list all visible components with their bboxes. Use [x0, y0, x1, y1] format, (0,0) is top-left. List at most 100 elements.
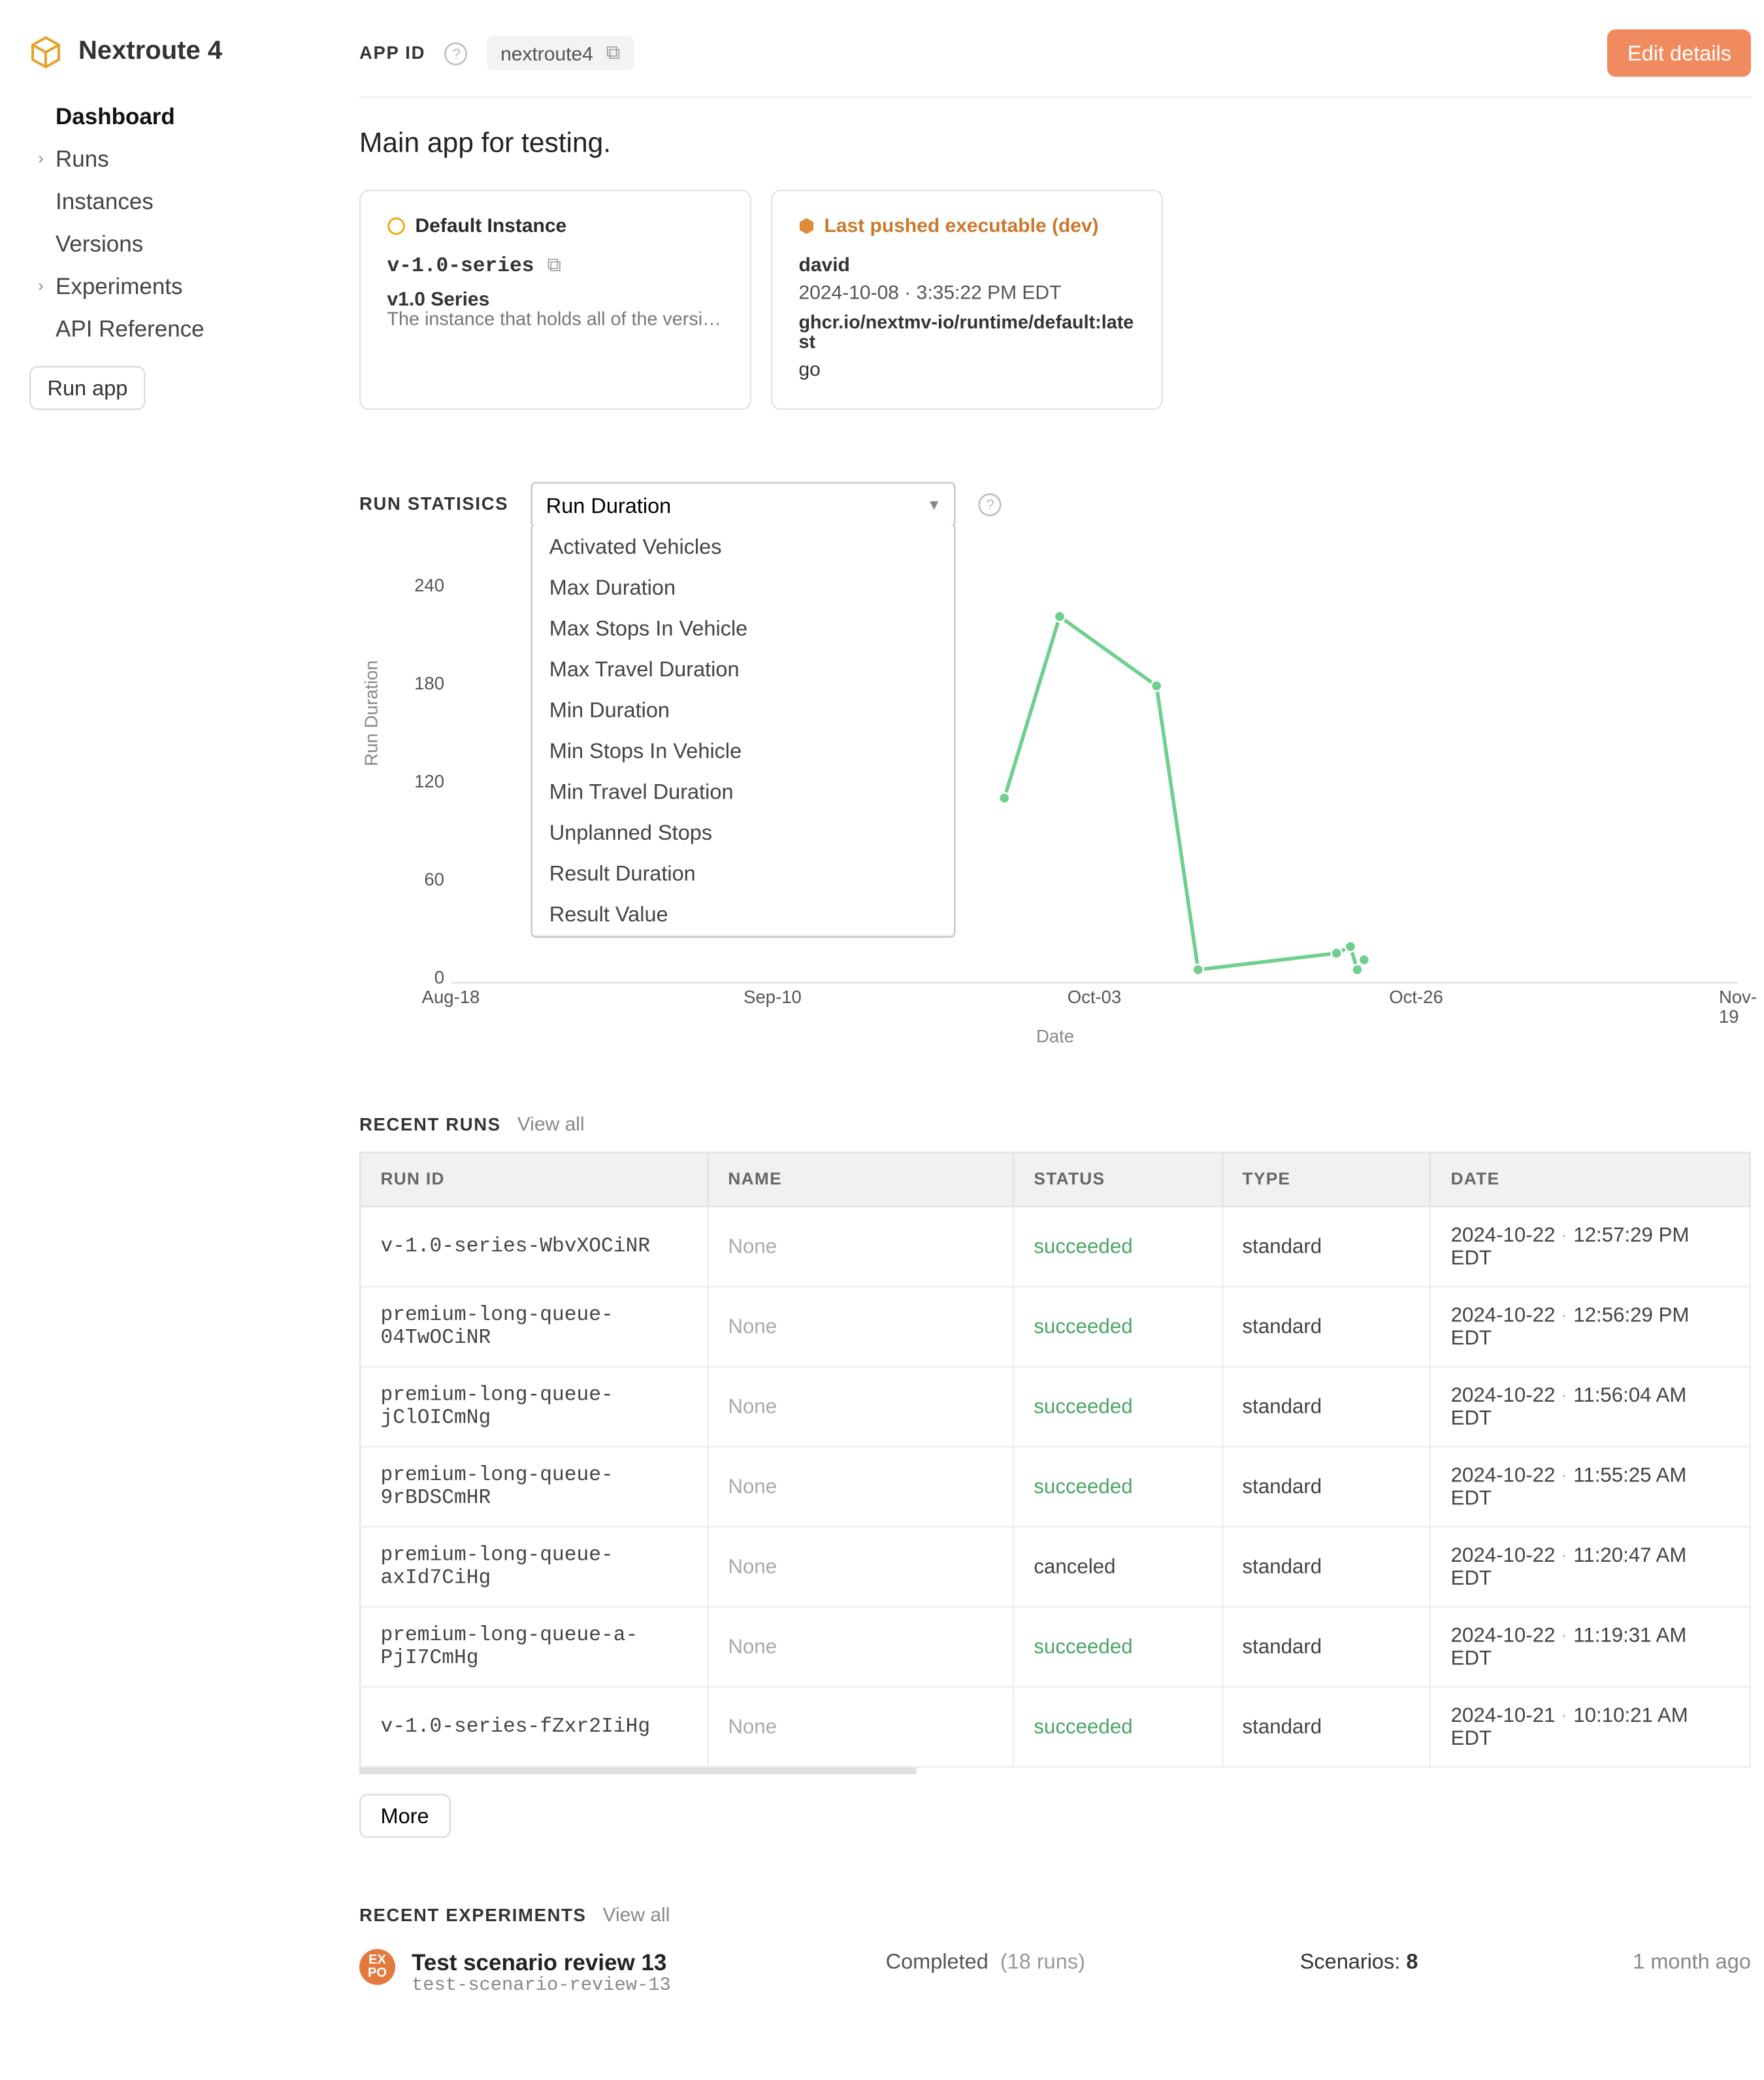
- col-type[interactable]: TYPE: [1222, 1153, 1430, 1207]
- statistic-select-input[interactable]: [546, 493, 873, 518]
- experiment-row[interactable]: EXPOTest scenario review 13test-scenario…: [359, 1949, 1751, 1997]
- recent-runs-header: RECENT RUNS View all: [359, 1113, 1751, 1136]
- cell-status: canceled: [1013, 1527, 1222, 1607]
- chart-xlabel: Date: [359, 1028, 1751, 1048]
- cell-status: succeeded: [1013, 1366, 1222, 1447]
- edit-details-button[interactable]: Edit details: [1608, 29, 1751, 77]
- pushed-user: david: [799, 254, 1135, 276]
- cell-status: succeeded: [1013, 1447, 1222, 1527]
- col-name[interactable]: NAME: [708, 1153, 1013, 1207]
- table-row[interactable]: premium-long-queue-jClOICmNgNonesucceede…: [360, 1366, 1750, 1447]
- cell-name: None: [708, 1447, 1013, 1527]
- chart-xtick: Oct-26: [1389, 989, 1443, 1008]
- help-icon[interactable]: ?: [979, 493, 1002, 516]
- table-scroll-hint[interactable]: [359, 1768, 916, 1774]
- chart-line: [1004, 616, 1364, 969]
- col-run-id[interactable]: RUN ID: [360, 1153, 708, 1207]
- table-row[interactable]: premium-long-queue-a-PjI7CmHgNonesucceed…: [360, 1607, 1750, 1687]
- chart-xtick: Nov-19: [1719, 989, 1757, 1028]
- main-content: APP ID ? nextroute4 ⧉ Edit details Main …: [359, 0, 1764, 2062]
- statistic-select-box[interactable]: ▼: [531, 482, 956, 528]
- more-runs-button[interactable]: More: [359, 1794, 450, 1838]
- card-title: Last pushed executable (dev): [825, 214, 1099, 237]
- card-title: Default Instance: [416, 214, 567, 237]
- col-status[interactable]: STATUS: [1013, 1153, 1222, 1207]
- cell-name: None: [708, 1366, 1013, 1447]
- cell-date: 2024-10-22 · 12:57:29 PM EDT: [1430, 1206, 1750, 1287]
- nav-versions-label: Versions: [56, 231, 143, 257]
- chart-point: [999, 793, 1009, 803]
- statistic-option[interactable]: Min Stops In Vehicle: [533, 731, 955, 772]
- pushed-date: 2024-10-08: [799, 281, 899, 304]
- chevron-right-icon: ›: [33, 150, 49, 168]
- pushed-image: ghcr.io/nextmv-io/runtime/default:latest: [799, 314, 1135, 353]
- cell-run-id: v-1.0-series-WbvXOCiNR: [360, 1206, 708, 1287]
- app-id-label: APP ID: [359, 43, 425, 63]
- chart-point: [1331, 948, 1342, 959]
- statistic-option[interactable]: Unplanned Stops: [533, 812, 955, 853]
- cell-type: standard: [1222, 1287, 1430, 1367]
- table-row[interactable]: v-1.0-series-fZxr2IiHgNonesucceededstand…: [360, 1687, 1750, 1767]
- cell-status: succeeded: [1013, 1607, 1222, 1687]
- nav-versions[interactable]: Versions: [23, 222, 336, 265]
- experiment-slug: test-scenario-review-13: [412, 1975, 671, 1997]
- app-description: Main app for testing.: [359, 98, 1751, 190]
- recent-experiments-view-all[interactable]: View all: [603, 1904, 670, 1926]
- chart-point: [1345, 941, 1356, 951]
- table-row[interactable]: premium-long-queue-04TwOCiNRNonesucceede…: [360, 1287, 1750, 1367]
- statistic-option[interactable]: Max Stops In Vehicle: [533, 608, 955, 649]
- nav-dashboard[interactable]: Dashboard: [23, 95, 336, 137]
- table-row[interactable]: v-1.0-series-WbvXOCiNRNonesucceededstand…: [360, 1206, 1750, 1287]
- chart-ytick: 60: [405, 871, 444, 891]
- statistic-select[interactable]: ▼ Activated VehiclesMax DurationMax Stop…: [531, 482, 956, 528]
- cell-name: None: [708, 1206, 1013, 1287]
- cell-date: 2024-10-21 · 10:10:21 AM EDT: [1430, 1687, 1750, 1767]
- last-pushed-card[interactable]: ⬢Last pushed executable (dev) david 2024…: [771, 190, 1163, 410]
- cell-date: 2024-10-22 · 11:20:47 AM EDT: [1430, 1527, 1750, 1607]
- statistic-option[interactable]: Min Duration: [533, 689, 955, 731]
- statistic-option[interactable]: Min Travel Duration: [533, 771, 955, 812]
- col-date[interactable]: DATE: [1430, 1153, 1750, 1207]
- info-cards: ◯Default Instance v-1.0-series ⧉ v1.0 Se…: [359, 190, 1751, 410]
- chart-ytick: 120: [405, 773, 444, 793]
- instance-desc: The instance that holds all of the versi…: [387, 310, 724, 330]
- table-row[interactable]: premium-long-queue-9rBDSCmHRNonesucceede…: [360, 1447, 1750, 1527]
- chart-point: [1352, 965, 1362, 975]
- statistic-option[interactable]: Activated Vehicles: [533, 526, 955, 567]
- cell-name: None: [708, 1687, 1013, 1767]
- nav-api-reference[interactable]: API Reference: [23, 307, 336, 350]
- default-instance-card[interactable]: ◯Default Instance v-1.0-series ⧉ v1.0 Se…: [359, 190, 751, 410]
- table-row[interactable]: premium-long-queue-axId7CiHgNonecanceled…: [360, 1527, 1750, 1607]
- cell-name: None: [708, 1527, 1013, 1607]
- statistic-option[interactable]: Run Duration✓: [533, 934, 955, 938]
- nav-experiments[interactable]: › Experiments: [23, 265, 336, 307]
- chevron-right-icon: ›: [33, 277, 49, 295]
- cell-type: standard: [1222, 1206, 1430, 1287]
- star-icon: ◯: [387, 216, 406, 235]
- statistic-option[interactable]: Result Value: [533, 894, 955, 935]
- brand-icon: [26, 33, 65, 72]
- chart-ylabel: Run Duration: [363, 660, 382, 766]
- chevron-down-icon: ▼: [926, 497, 941, 513]
- nav-runs[interactable]: ›Runs: [23, 137, 336, 180]
- nav-api-ref-label: API Reference: [56, 316, 204, 342]
- copy-icon[interactable]: ⧉: [606, 41, 620, 66]
- statistic-dropdown[interactable]: Activated VehiclesMax DurationMax Stops …: [531, 526, 956, 938]
- run-app-button[interactable]: Run app: [29, 366, 146, 410]
- statistic-option[interactable]: Max Travel Duration: [533, 649, 955, 690]
- cell-run-id: premium-long-queue-9rBDSCmHR: [360, 1447, 708, 1527]
- instance-code: v-1.0-series: [387, 254, 534, 277]
- brand[interactable]: Nextroute 4: [23, 29, 336, 95]
- statistic-option[interactable]: Result Duration: [533, 853, 955, 894]
- run-statistics-label: RUN STATISICS: [359, 495, 508, 515]
- copy-icon[interactable]: ⧉: [547, 254, 561, 278]
- brand-title: Nextroute 4: [78, 38, 222, 67]
- app-id-value: nextroute4: [500, 42, 593, 65]
- cell-name: None: [708, 1607, 1013, 1687]
- nav-instances-label: Instances: [56, 188, 154, 214]
- help-icon[interactable]: ?: [445, 42, 468, 65]
- nav-experiments-label: Experiments: [56, 273, 183, 299]
- nav-instances[interactable]: Instances: [23, 180, 336, 222]
- recent-runs-view-all[interactable]: View all: [517, 1113, 585, 1136]
- statistic-option[interactable]: Max Duration: [533, 567, 955, 608]
